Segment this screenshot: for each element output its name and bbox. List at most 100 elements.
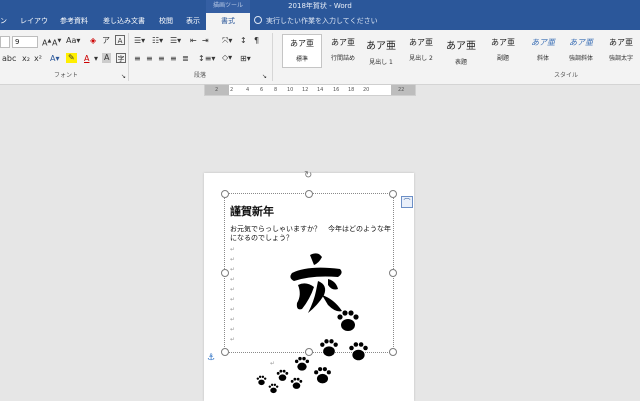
highlight-icon[interactable]: ✎	[66, 53, 77, 63]
ribbon: 9 A▲ A▼ Aa▾ ◈ ア A abc x₂ x² A▾ ✎ A ▾ A 字…	[0, 30, 640, 85]
char-shading-icon[interactable]: A	[102, 53, 112, 63]
paragraph-mark: ↵	[230, 316, 236, 323]
style-title[interactable]: あア亜 表題	[442, 34, 480, 66]
bullets-icon[interactable]: ☰▾	[134, 36, 145, 46]
ruler-tick: 12	[302, 87, 309, 93]
clear-format-icon[interactable]: ◈	[90, 36, 96, 46]
align-right-icon[interactable]: ≡	[158, 54, 165, 64]
resize-handle[interactable]	[221, 348, 229, 356]
paragraph-mark: ↵	[230, 246, 236, 253]
superscript-icon[interactable]: x²	[34, 54, 42, 64]
ruler-tick: 22	[398, 87, 405, 93]
text-effects-icon[interactable]: A▾	[50, 54, 60, 64]
font-name-box[interactable]	[0, 36, 10, 48]
ruler-tick: 6	[260, 87, 264, 93]
align-left-icon[interactable]: ≡	[134, 54, 141, 64]
ruler-tick: 20	[363, 87, 370, 93]
drawing-tools-context-label: 描画ツール	[206, 0, 250, 13]
style-strong[interactable]: あア亜 強調太字	[602, 34, 640, 66]
tab-format[interactable]: 書式	[206, 13, 250, 30]
shrink-font-icon[interactable]: A▼	[52, 36, 61, 49]
phonetic-guide-icon[interactable]: ア	[102, 36, 110, 46]
font-color-icon[interactable]: A	[84, 54, 89, 64]
tab-design-partial[interactable]: ン	[0, 13, 14, 30]
tab-view[interactable]: 表示	[186, 13, 202, 30]
tab-references[interactable]: 参考資料	[60, 13, 90, 30]
paragraph-mark: ↵	[230, 266, 236, 273]
ruler-tick: 4	[246, 87, 250, 93]
paragraph-mark: ↵	[230, 296, 236, 303]
font-dialog-launcher-icon[interactable]: ↘	[121, 72, 126, 82]
numbering-icon[interactable]: ☷▾	[152, 36, 163, 46]
font-color-dropdown-icon[interactable]: ▾	[94, 54, 98, 64]
paw-print-icon	[290, 377, 303, 389]
layout-options-icon[interactable]: ⌒	[401, 196, 413, 208]
tell-me-placeholder: 実行したい作業を入力してください	[266, 17, 378, 25]
style-heading-2[interactable]: あア亜 見出し 2	[402, 34, 440, 66]
paragraph-mark: ↵	[230, 336, 236, 343]
resize-handle[interactable]	[221, 190, 229, 198]
change-case-icon[interactable]: Aa▾	[66, 36, 80, 46]
style-no-spacing[interactable]: あア亜 行間詰め	[324, 34, 362, 66]
style-emphasis[interactable]: あア亜 斜体	[524, 34, 562, 66]
style-subtitle[interactable]: あア亜 副題	[484, 34, 522, 66]
resize-handle[interactable]	[389, 348, 397, 356]
tab-layout[interactable]: レイアウト	[20, 13, 50, 42]
ruler-tick: 16	[333, 87, 340, 93]
paragraph-mark: ↵	[230, 256, 236, 263]
resize-handle[interactable]	[389, 190, 397, 198]
multilevel-list-icon[interactable]: ☰▾	[170, 36, 181, 46]
tell-me-box[interactable]: 実行したい作業を入力してください	[254, 13, 378, 30]
resize-handle[interactable]	[221, 269, 229, 277]
body-line-1[interactable]: お元気でらっしゃいますか？ 今年はどのような年	[230, 225, 391, 234]
ruler-tick: 18	[348, 87, 355, 93]
ruler-tick: 8	[274, 87, 278, 93]
line-spacing-icon[interactable]: ↕≡▾	[198, 54, 215, 64]
show-formatting-icon[interactable]: ¶	[254, 36, 259, 46]
justify-icon[interactable]: ≡	[170, 54, 177, 64]
ruler-tick: 2	[230, 87, 234, 93]
font-group-label: フォント	[54, 72, 79, 79]
tab-review[interactable]: 校閲	[159, 13, 175, 30]
font-size-box[interactable]: 9	[12, 36, 38, 48]
resize-handle[interactable]	[305, 348, 313, 356]
horizontal-ruler[interactable]: 2 2 4 6 8 10 12 14 16 18 20 22	[204, 84, 416, 96]
resize-handle[interactable]	[305, 190, 313, 198]
paragraph-mark: ↵	[230, 286, 236, 293]
style-intense-emphasis[interactable]: あア亜 強調斜体	[562, 34, 600, 66]
paragraph-dialog-launcher-icon[interactable]: ↘	[262, 72, 267, 82]
enclose-char-icon[interactable]: 字	[116, 53, 126, 63]
title-bar: 2018年賀状 - Word 描画ツール	[0, 0, 640, 13]
paw-print-icon	[276, 369, 289, 381]
ruler-tick: 2	[215, 87, 219, 93]
paragraph-group-label: 段落	[194, 72, 207, 79]
style-heading-1[interactable]: あア亜 見出し 1	[362, 34, 400, 66]
style-normal[interactable]: あア亜 標準	[282, 34, 322, 68]
window-title: 2018年賀状 - Word	[288, 2, 352, 10]
align-center-icon[interactable]: ≡	[146, 54, 153, 64]
paragraph-mark: ↵	[270, 360, 276, 367]
decrease-indent-icon[interactable]: ⇤	[190, 36, 197, 46]
asian-layout-icon[interactable]: ⤧▾	[222, 36, 232, 46]
paw-print-icon	[294, 356, 310, 371]
paw-print-icon	[337, 310, 359, 331]
tab-mailings[interactable]: 差し込み文書	[103, 13, 151, 30]
resize-handle[interactable]	[389, 269, 397, 277]
body-line-2[interactable]: になるのでしょう？	[230, 234, 293, 243]
paragraph-mark: ↵	[230, 276, 236, 283]
boar-kanji-brush-art[interactable]	[288, 251, 346, 315]
char-border-icon[interactable]: A	[115, 35, 125, 45]
borders-icon[interactable]: ⊞▾	[240, 54, 251, 64]
shading-icon[interactable]: ◇▾	[222, 53, 232, 63]
anchor-icon: ⚓	[207, 353, 216, 363]
subscript-icon[interactable]: x₂	[22, 54, 30, 64]
rotate-handle-icon[interactable]: ↻	[304, 170, 312, 181]
increase-indent-icon[interactable]: ⇥	[202, 36, 209, 46]
greeting-heading[interactable]: 謹賀新年	[230, 203, 274, 219]
document-page[interactable]: ↻ ⌒ ⚓ 謹賀新年 お元気でらっしゃいますか？ 今年はどのような年 になるので…	[204, 170, 414, 401]
group-separator	[272, 33, 273, 81]
distributed-icon[interactable]: ≣	[182, 54, 189, 64]
grow-font-icon[interactable]: A▲	[42, 36, 51, 49]
strikethrough-icon[interactable]: abc	[2, 54, 16, 64]
sort-icon[interactable]: ↕	[240, 36, 247, 46]
